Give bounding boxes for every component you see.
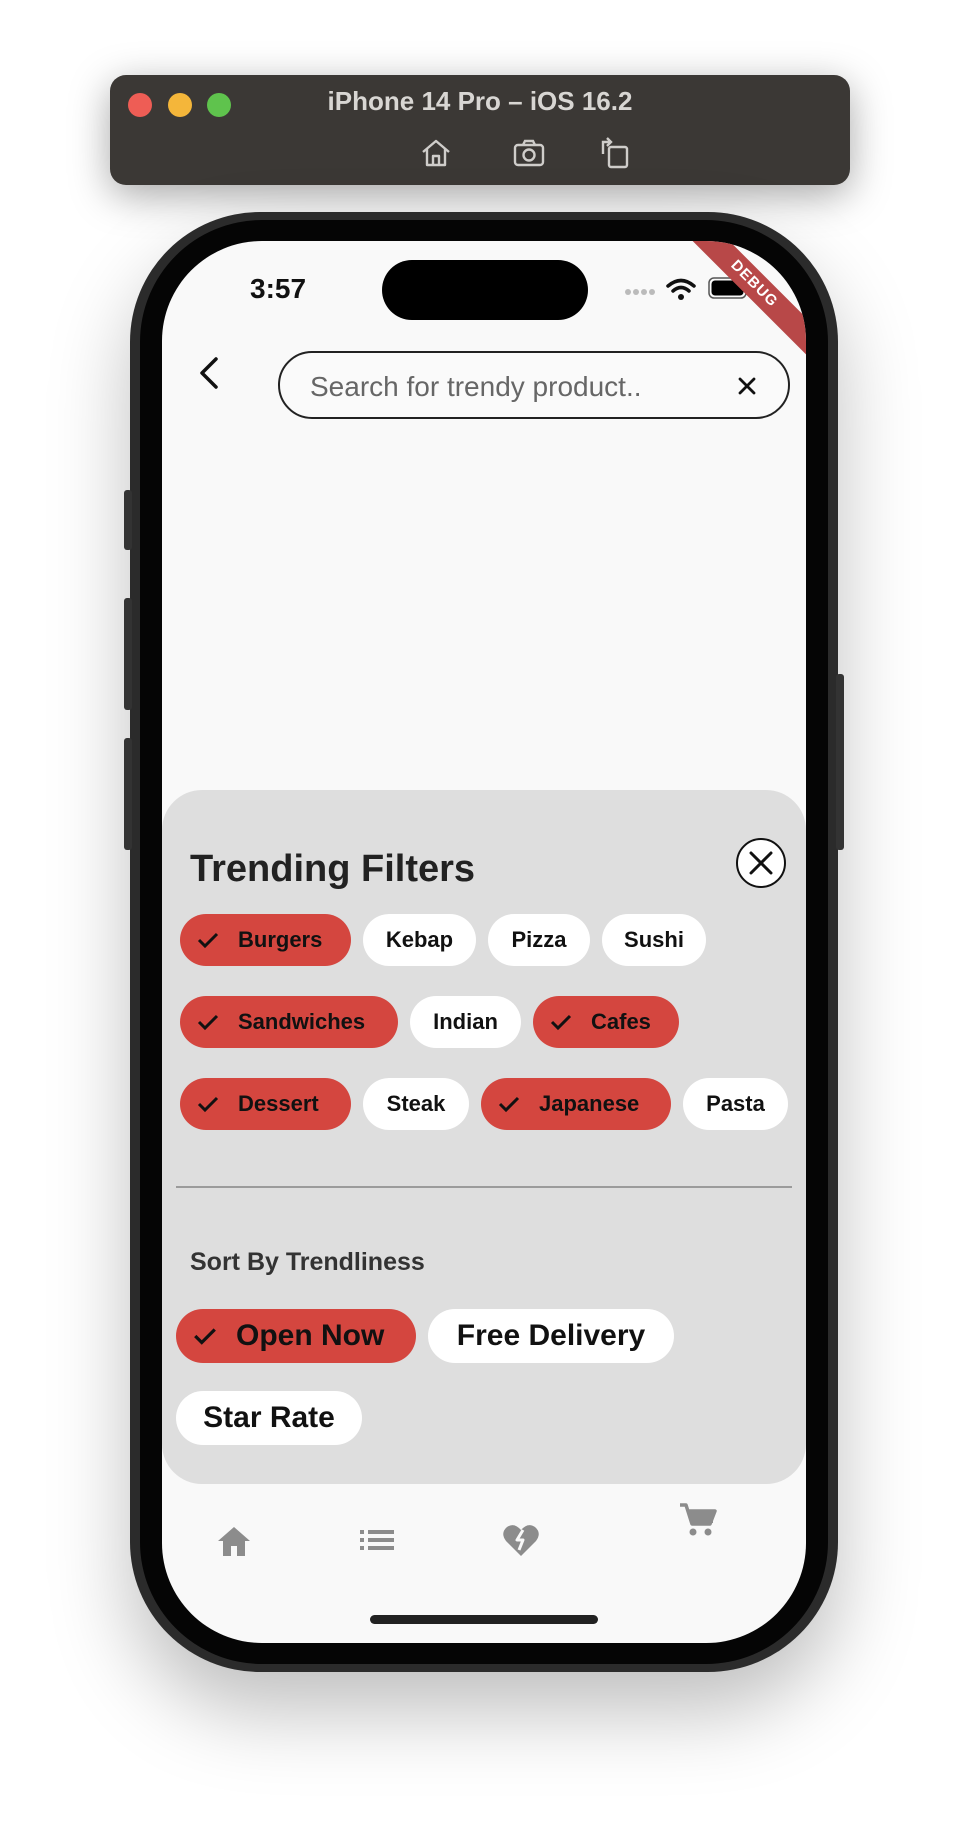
home-icon[interactable] [216,1524,252,1558]
chip-indian[interactable]: Indian [410,996,521,1048]
simulator-title: iPhone 14 Pro – iOS 16.2 [327,86,633,116]
list-icon[interactable] [360,1528,394,1552]
chip-label: Star Rate [203,1401,335,1434]
chip-label: Japanese [539,1091,640,1116]
chip-burgers[interactable]: Burgers [180,914,351,966]
dynamic-island [382,260,588,320]
wifi-icon [666,278,696,300]
silent-switch [124,490,132,550]
check-icon [197,1096,219,1113]
section-divider [176,1186,792,1188]
volume-up-button [124,598,132,710]
chip-sushi[interactable]: Sushi [602,914,706,966]
chip-label: Free Delivery [456,1319,646,1352]
rotate-icon[interactable] [597,136,631,170]
heart-broken-icon[interactable] [502,1522,540,1558]
check-icon [498,1096,520,1113]
bottom-nav [162,1484,806,1614]
status-time: 3:57 [250,273,307,304]
close-sheet-button[interactable] [736,838,786,888]
chip-cafes[interactable]: Cafes [533,996,679,1048]
chip-label: Open Now [236,1319,385,1352]
signal-icon [625,289,655,295]
chip-label: Burgers [238,927,323,952]
chip-label: Kebap [385,927,454,952]
chip-sandwiches[interactable]: Sandwiches [180,996,398,1048]
chip-label: Sushi [624,927,684,952]
sort-section-label: Sort By Trendliness [190,1248,425,1276]
chip-label: Indian [433,1009,498,1034]
power-button [836,674,844,850]
search-input[interactable] [308,367,702,407]
back-button[interactable] [186,349,234,397]
chip-label: Dessert [238,1091,319,1116]
chip-star-rate[interactable]: Star Rate [176,1391,362,1445]
chip-pasta[interactable]: Pasta [683,1078,788,1130]
clear-search-icon[interactable] [732,371,762,401]
filter-sheet: Trending Filters Burgers Kebap Pizza Sus… [162,790,806,1484]
chip-label: Pasta [706,1091,765,1116]
chip-label: Pizza [511,927,567,952]
home-indicator [370,1615,598,1624]
chip-free-delivery[interactable]: Free Delivery [428,1309,674,1363]
screenshot-icon[interactable] [512,136,546,170]
check-icon [550,1014,572,1031]
close-icon [749,851,773,875]
chip-dessert[interactable]: Dessert [180,1078,351,1130]
home-icon[interactable] [419,136,453,170]
chip-pizza[interactable]: Pizza [488,914,590,966]
check-icon [197,932,219,949]
volume-down-button [124,738,132,850]
chip-label: Cafes [591,1009,651,1034]
chip-steak[interactable]: Steak [363,1078,469,1130]
chip-kebap[interactable]: Kebap [363,914,476,966]
cart-icon[interactable] [679,1502,717,1538]
chip-open-now[interactable]: Open Now [176,1309,416,1363]
chip-japanese[interactable]: Japanese [481,1078,671,1130]
chip-label: Steak [386,1091,446,1116]
check-icon [197,1014,219,1031]
search-bar [278,351,790,419]
check-icon [194,1328,216,1345]
sheet-title: Trending Filters [190,848,476,890]
app-screen: 3:57 DEBUG Trending Filters [162,241,806,1643]
chip-label: Sandwiches [238,1009,366,1034]
